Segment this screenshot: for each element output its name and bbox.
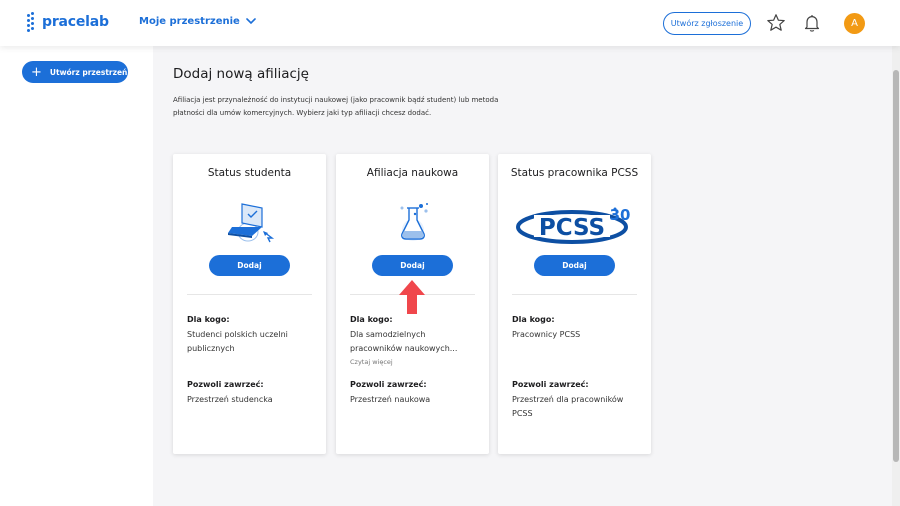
- logo-text: pracelab: [42, 14, 109, 30]
- pcss-30-logo: PCSS 30: [498, 198, 651, 250]
- divider: [512, 294, 637, 295]
- red-up-arrow-icon: [397, 279, 427, 315]
- intro-text: Afiliacja jest przynależność do instytuc…: [173, 96, 499, 117]
- allows-value: Przestrzeń studencka: [187, 395, 273, 404]
- student-laptop-icon: [173, 198, 326, 250]
- pracelab-logo[interactable]: pracelab: [27, 12, 109, 32]
- page-title: Dodaj nową afiliację: [173, 66, 309, 82]
- scrollbar-thumb[interactable]: [893, 70, 899, 462]
- card-student-status: Status studenta Dodaj Dla kogo: Studenci…: [173, 154, 326, 454]
- create-report-button[interactable]: Utwórz zgłoszenie: [663, 12, 751, 35]
- card-title: Status pracownika PCSS: [510, 167, 639, 179]
- star-icon[interactable]: [766, 13, 786, 33]
- divider: [187, 294, 312, 295]
- user-avatar[interactable]: A: [844, 13, 865, 34]
- create-space-button[interactable]: + Utwórz przestrzeń: [22, 61, 128, 83]
- add-science-affiliation-button[interactable]: Dodaj: [372, 255, 453, 276]
- allows-label: Pozwoli zawrzeć:: [512, 380, 589, 389]
- pcss-logo-text: PCSS: [538, 215, 604, 241]
- for-whom-label: Dla kogo:: [187, 315, 230, 324]
- for-whom-value: Pracownicy PCSS: [512, 330, 581, 339]
- main-content: Dodaj nową afiliację Afiliacja jest przy…: [153, 46, 892, 506]
- logo-dots-icon: [27, 12, 39, 32]
- allows-label: Pozwoli zawrzeć:: [350, 380, 427, 389]
- my-spaces-label: Moje przestrzenie: [139, 16, 240, 27]
- allows-label: Pozwoli zawrzeć:: [187, 380, 264, 389]
- create-space-label: Utwórz przestrzeń: [49, 67, 128, 77]
- card-pcss-employee: Status pracownika PCSS PCSS 30 Dodaj Dla…: [498, 154, 651, 454]
- read-more-link[interactable]: Czytaj więcej: [350, 358, 393, 366]
- for-whom-value: Studenci polskich uczelni publicznych: [187, 330, 288, 353]
- card-title: Afiliacja naukowa: [366, 167, 459, 179]
- my-spaces-dropdown[interactable]: Moje przestrzenie: [139, 16, 256, 27]
- add-pcss-status-button[interactable]: Dodaj: [534, 255, 615, 276]
- plus-icon: +: [31, 64, 42, 80]
- bell-icon[interactable]: [802, 13, 822, 33]
- chevron-down-icon: [246, 18, 256, 25]
- add-student-status-button[interactable]: Dodaj: [209, 255, 290, 276]
- top-header: pracelab Moje przestrzenie Utwórz zgłosz…: [0, 0, 900, 46]
- pcss-badge-text: 30: [609, 206, 630, 224]
- for-whom-label: Dla kogo:: [350, 315, 393, 324]
- allows-value: Przestrzeń naukowa: [350, 395, 431, 404]
- for-whom-value: Dla samodzielnych pracowników naukowych.…: [350, 330, 458, 353]
- for-whom-label: Dla kogo:: [512, 315, 555, 324]
- card-title: Status studenta: [207, 167, 292, 179]
- science-flask-icon: [336, 198, 489, 250]
- allows-value: Przestrzeń dla pracowników PCSS: [512, 395, 624, 418]
